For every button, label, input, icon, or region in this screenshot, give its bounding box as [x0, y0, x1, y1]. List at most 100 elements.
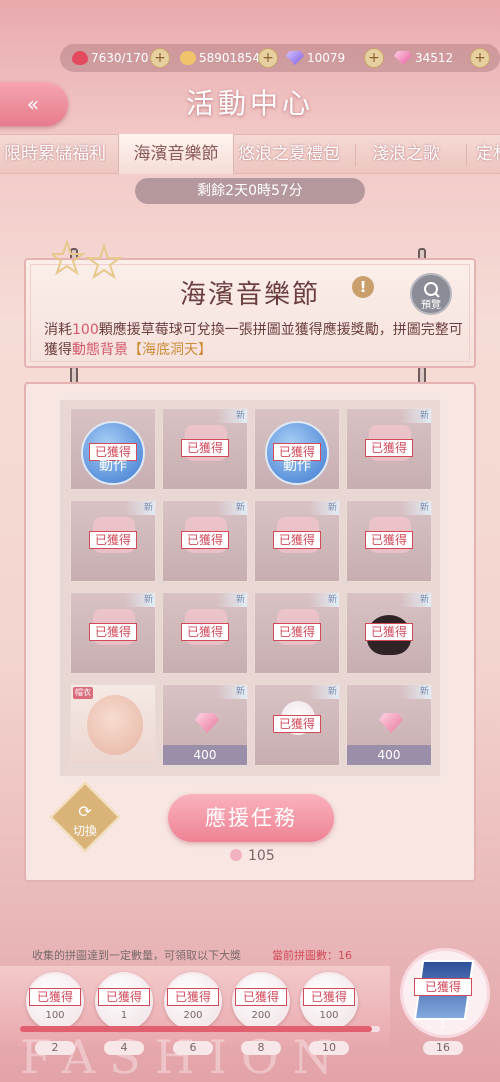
page-title: 活動中心 [185, 87, 314, 120]
puzzle-piece-3[interactable]: 已獲得 動作 [254, 408, 340, 490]
countdown-timer: 剩餘2天0時57分 [135, 178, 365, 204]
reward-obtained-badge: 已獲得 [235, 988, 287, 1006]
new-badge: 新 [217, 685, 247, 699]
add-gold-button[interactable]: + [258, 48, 278, 68]
info-icon[interactable]: ! [352, 276, 374, 298]
new-badge: 新 [401, 593, 431, 607]
obtained-badge: 已獲得 [273, 531, 321, 549]
obtained-badge: 已獲得 [181, 623, 229, 641]
milestone-label: 10 [309, 1041, 349, 1055]
add-diamond-button[interactable]: + [364, 48, 384, 68]
action-label: 動作 [99, 458, 127, 474]
gold-value: 58901854 [199, 51, 261, 65]
obtained-badge: 已獲得 [365, 439, 413, 457]
diamond-icon [286, 51, 304, 65]
count-value: 105 [248, 848, 275, 864]
puzzle-piece-7[interactable]: 新 已獲得 [254, 500, 340, 582]
gem-display: 34512 [394, 46, 453, 70]
tab-shallow-wave-song[interactable]: 淺浪之歌 [372, 134, 452, 174]
obtained-badge: 已獲得 [273, 715, 321, 733]
refresh-icon: ⟳ [78, 802, 92, 821]
puzzle-piece-10[interactable]: 新 已獲得 [162, 592, 248, 674]
obtained-badge: 已獲得 [365, 623, 413, 641]
add-gem-button[interactable]: + [470, 48, 490, 68]
desc-reward-name: 【海底洞天】 [128, 342, 212, 358]
new-badge: 新 [309, 685, 339, 699]
reward-quantity: 100 [45, 1010, 65, 1021]
tab-beach-music-festival[interactable]: 海濱音樂節 [118, 134, 234, 174]
puzzle-piece-14[interactable]: 新 400 [162, 684, 248, 766]
obtained-badge: 已獲得 [89, 623, 137, 641]
stamina-display: 7630/170 [72, 46, 149, 70]
reward-quantity: 100 [319, 1010, 339, 1021]
new-badge: 新 [125, 501, 155, 515]
piece-price: 400 [347, 745, 431, 765]
reward-obtained-badge: 已獲得 [303, 988, 355, 1006]
new-badge: 新 [401, 409, 431, 423]
item-tag: 帽衣 [73, 687, 93, 699]
obtained-badge: 已獲得 [89, 531, 137, 549]
puzzle-piece-1[interactable]: 已獲得 動作 [70, 408, 156, 490]
switch-label: 切換 [72, 824, 97, 838]
obtained-badge: 已獲得 [181, 439, 229, 457]
puzzle-piece-12[interactable]: 新 已獲得 [346, 592, 432, 674]
diamond-value: 10079 [307, 51, 346, 65]
current-piece-count: 當前拼圖數：16 [272, 949, 352, 962]
puzzle-piece-16[interactable]: 新 400 [346, 684, 432, 766]
reward-progress-fill [20, 1026, 372, 1032]
diamond-display: 10079 [286, 46, 345, 70]
new-badge: 新 [217, 409, 247, 423]
reward-quantity: 200 [183, 1010, 203, 1021]
desc-part: 消耗 [44, 322, 72, 338]
gem-value: 34512 [415, 51, 454, 65]
add-stamina-button[interactable]: + [150, 48, 170, 68]
new-badge: 新 [125, 593, 155, 607]
heart-icon [72, 51, 88, 65]
hairstyle-thumbnail [87, 695, 143, 755]
grand-milestone-label: 16 [423, 1041, 463, 1055]
puzzle-piece-8[interactable]: 新 已獲得 [346, 500, 432, 582]
cat-coin-icon [180, 51, 196, 65]
milestone-label: 8 [241, 1041, 281, 1055]
reward-obtained-badge: 已獲得 [98, 988, 150, 1006]
support-mission-button[interactable]: 應援任務 [168, 794, 334, 842]
tab-summer-gift-pack[interactable]: 悠浪之夏禮包 [238, 134, 354, 174]
puzzle-piece-15[interactable]: 新 已獲得 [254, 684, 340, 766]
puzzle-piece-2[interactable]: 新 已獲得 [162, 408, 248, 490]
reward-note: 收集的拼圖達到一定數量，可領取以下大獎 [32, 949, 241, 962]
new-badge: 新 [217, 501, 247, 515]
grand-reward-quantity: 1 [439, 1018, 447, 1031]
action-label: 動作 [283, 458, 311, 474]
tab-divider [355, 144, 356, 166]
new-badge: 新 [309, 593, 339, 607]
tab-limited-recharge[interactable]: 限時累儲福利 [4, 134, 116, 174]
fashion-watermark: FASHION [20, 1030, 347, 1082]
tab-more[interactable]: 定林 [476, 134, 500, 174]
reward-obtained-badge: 已獲得 [29, 988, 81, 1006]
puzzle-piece-9[interactable]: 新 已獲得 [70, 592, 156, 674]
puzzle-piece-13[interactable]: 帽衣 [70, 684, 156, 766]
milestone-label: 6 [173, 1041, 213, 1055]
piece-price: 400 [163, 745, 247, 765]
puzzle-piece-11[interactable]: 新 已獲得 [254, 592, 340, 674]
puzzle-piece-5[interactable]: 新 已獲得 [70, 500, 156, 582]
tab-divider [466, 144, 467, 166]
milestone-label: 4 [104, 1041, 144, 1055]
new-badge: 新 [401, 685, 431, 699]
milestone-label: 2 [35, 1041, 75, 1055]
pink-gem-icon [394, 51, 412, 65]
reward-quantity: 1 [120, 1010, 128, 1021]
pink-gem-icon [195, 713, 219, 733]
new-badge: 新 [217, 593, 247, 607]
puzzle-piece-4[interactable]: 新 已獲得 [346, 408, 432, 490]
stamina-value: 7630/170 [91, 51, 149, 65]
reward-obtained-badge: 已獲得 [167, 988, 219, 1006]
preview-label: 預覽 [421, 300, 441, 311]
obtained-badge: 已獲得 [273, 623, 321, 641]
obtained-badge: 已獲得 [365, 531, 413, 549]
gold-display: 58901854 [180, 46, 260, 70]
strawberry-ball-count: 105 [230, 846, 290, 866]
pink-gem-icon [379, 713, 403, 733]
grand-reward-obtained-badge: 已獲得 [414, 978, 472, 996]
puzzle-piece-6[interactable]: 新 已獲得 [162, 500, 248, 582]
